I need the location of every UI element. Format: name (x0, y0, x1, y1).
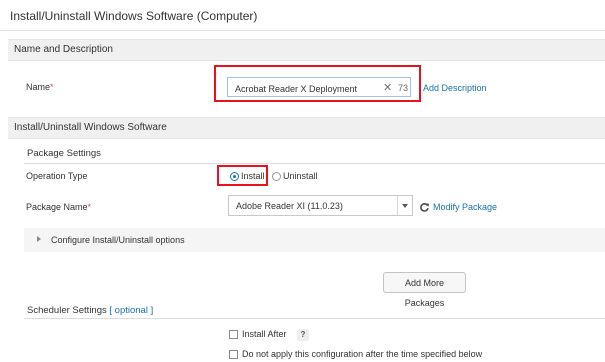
install-after-label[interactable]: Install After (242, 329, 287, 339)
uninstall-radio-label[interactable]: Uninstall (283, 171, 318, 181)
select-divider (397, 196, 398, 215)
name-input-value: Acrobat Reader X Deployment (235, 84, 358, 94)
modify-package-link[interactable]: Modify Package (433, 202, 497, 212)
scheduler-heading-text: Scheduler Settings (27, 305, 107, 316)
section-title: Install/Uninstall Windows Software (14, 122, 167, 133)
optional-tag: [ optional ] (109, 305, 154, 316)
package-settings-divider (24, 163, 605, 164)
section-title: Name and Description (14, 44, 113, 55)
add-more-packages-button[interactable]: Add More Packages (383, 272, 466, 308)
package-selected-value: Adobe Reader XI (11.0.23) (236, 201, 343, 211)
expand-arrow-icon[interactable] (37, 236, 41, 242)
chevron-down-icon[interactable] (402, 204, 408, 208)
package-name-label-text: Package Name (26, 202, 88, 212)
required-marker: * (50, 82, 54, 92)
clear-icon[interactable]: ✕ (383, 81, 392, 94)
scheduler-settings-heading: Scheduler Settings [ optional ] (27, 305, 153, 316)
character-count: 73 (398, 83, 409, 93)
name-label-text: Name (26, 82, 51, 92)
configure-options-label[interactable]: Configure Install/Uninstall options (51, 235, 185, 245)
uninstall-radio[interactable] (272, 172, 281, 181)
page-title: Install/Uninstall Windows Software (Comp… (10, 9, 258, 23)
package-name-label: Package Name* (26, 202, 91, 212)
add-description-link[interactable]: Add Description (423, 83, 487, 93)
name-input[interactable]: Acrobat Reader X Deployment ✕ 73 (227, 77, 411, 97)
configure-options-row[interactable]: Configure Install/Uninstall options (24, 228, 605, 252)
help-icon[interactable]: ? (297, 329, 309, 341)
do-not-apply-label[interactable]: Do not apply this configuration after th… (242, 349, 482, 359)
software-section-header: Install/Uninstall Windows Software (8, 117, 605, 139)
install-after-checkbox[interactable] (229, 330, 238, 339)
refresh-icon[interactable] (419, 200, 430, 212)
title-divider (0, 30, 605, 31)
name-label: Name* (26, 82, 54, 92)
name-description-section-header: Name and Description (8, 39, 605, 61)
required-marker: * (87, 202, 92, 212)
scheduler-divider (24, 318, 605, 319)
operation-type-label: Operation Type (26, 171, 88, 181)
install-radio-label[interactable]: Install (241, 171, 265, 181)
package-settings-heading: Package Settings (27, 148, 101, 159)
install-radio[interactable] (230, 172, 239, 181)
do-not-apply-checkbox[interactable] (229, 350, 238, 359)
package-name-select[interactable]: Adobe Reader XI (11.0.23) (228, 195, 413, 216)
